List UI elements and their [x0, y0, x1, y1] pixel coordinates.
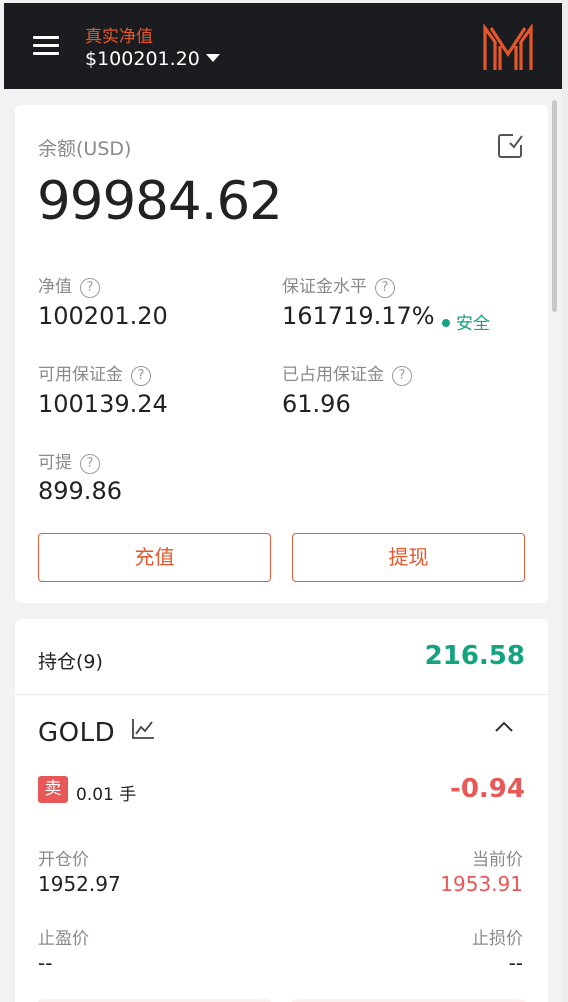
margin-level-label-text: 保证金水平	[282, 277, 367, 297]
withdrawable-value: 899.86	[38, 477, 122, 505]
position-lots: 0.01 手	[76, 785, 137, 805]
m-logo-icon[interactable]	[483, 24, 533, 72]
margin-status-badge: 安全	[442, 309, 490, 334]
take-profit-value: --	[38, 951, 53, 975]
position-symbol[interactable]: GOLD	[38, 718, 115, 748]
positions-title: 持仓(9)	[38, 651, 103, 673]
open-price-label: 开仓价	[38, 850, 89, 870]
withdrawable-label-text: 可提	[38, 453, 72, 473]
balance-value: 99984.62	[37, 171, 283, 232]
status-dot-icon	[442, 319, 450, 327]
take-profit-label: 止盈价	[38, 929, 89, 949]
equity-value: 100201.20	[38, 302, 168, 330]
used-margin-value: 61.96	[282, 390, 351, 418]
help-icon[interactable]: ?	[392, 366, 412, 386]
equity-label-text: 净值	[38, 277, 72, 297]
balance-label: 余额(USD)	[38, 138, 132, 160]
sell-badge: 卖	[38, 776, 68, 803]
help-icon[interactable]: ?	[80, 278, 100, 298]
current-price-value: 1953.91	[440, 872, 523, 896]
window-right-edge	[562, 0, 568, 1002]
account-type-label: 真实净值	[85, 27, 153, 47]
hamburger-menu-icon[interactable]	[33, 36, 59, 56]
equity-selector-value: $100201.20	[85, 48, 200, 70]
free-margin-label: 可用保证金?	[38, 360, 151, 386]
margin-level-value: 161719.17%	[282, 302, 435, 330]
free-margin-label-text: 可用保证金	[38, 365, 123, 385]
positions-total-pnl: 216.58	[424, 641, 525, 671]
open-price-value: 1952.97	[38, 872, 121, 896]
stop-loss-value: --	[508, 951, 523, 975]
account-summary-card: 余额(USD) 99984.62 净值? 100201.20 保证金水平? 16…	[15, 105, 548, 603]
free-margin-value: 100139.24	[38, 390, 168, 418]
edit-checkbox-icon[interactable]	[496, 132, 524, 160]
used-margin-label: 已占用保证金?	[282, 360, 412, 386]
current-price-label: 当前价	[472, 850, 523, 870]
equity-label: 净值?	[38, 272, 100, 298]
caret-down-icon	[205, 54, 220, 62]
chevron-up-icon[interactable]	[493, 719, 515, 735]
help-icon[interactable]: ?	[375, 278, 395, 298]
help-icon[interactable]: ?	[131, 366, 151, 386]
margin-level-label: 保证金水平?	[282, 272, 395, 298]
margin-status-text: 安全	[456, 314, 490, 334]
scrollbar-thumb[interactable]	[552, 100, 557, 312]
equity-selector[interactable]: $100201.20	[85, 48, 220, 70]
deposit-button[interactable]: 充值	[38, 533, 271, 582]
positions-header: 持仓(9) 216.58	[15, 619, 548, 695]
help-icon[interactable]: ?	[80, 454, 100, 474]
withdrawable-label: 可提?	[38, 448, 100, 474]
chart-icon[interactable]	[131, 718, 155, 740]
used-margin-label-text: 已占用保证金	[282, 365, 384, 385]
positions-card: 持仓(9) 216.58 GOLD 卖 0.01 手 -0.94 开仓价 195…	[15, 619, 548, 1002]
withdraw-button[interactable]: 提现	[292, 533, 525, 582]
position-pnl: -0.94	[450, 774, 525, 804]
stop-loss-label: 止损价	[472, 929, 523, 949]
top-app-bar: 真实净值 $100201.20	[4, 3, 563, 89]
